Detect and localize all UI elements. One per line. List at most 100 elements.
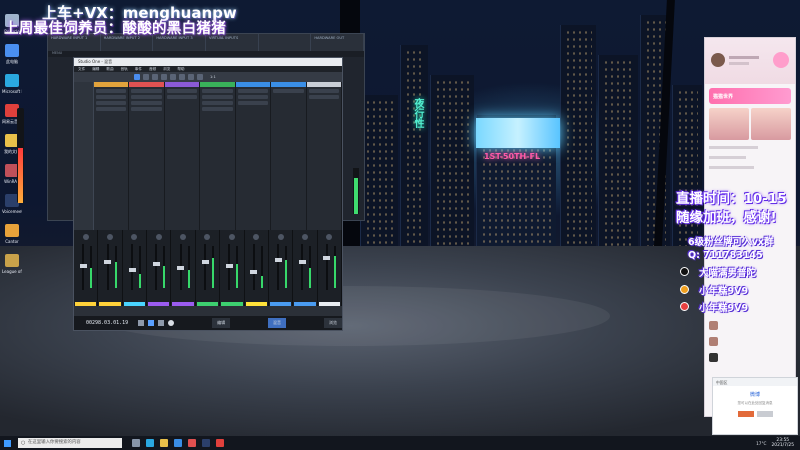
- mixer-app-icon[interactable]: [202, 439, 210, 447]
- title-bar: Studio One - 混音: [74, 58, 342, 66]
- edge-icon: [5, 74, 19, 87]
- eraser-tool-icon[interactable]: [161, 74, 167, 80]
- track-lane[interactable]: [94, 82, 130, 230]
- dismiss-button[interactable]: [756, 411, 773, 417]
- weibo-icon: [680, 302, 689, 311]
- split-tool-icon[interactable]: [152, 74, 158, 80]
- neon-sign-floor: 1ST-50TH-FL: [484, 152, 541, 161]
- desktop-icon-lol[interactable]: League of Legends: [2, 254, 22, 274]
- tiktok-icon: [680, 267, 689, 276]
- system-tray: 17°C 23:55 2021/7/25: [756, 438, 794, 448]
- social-handle-1: 大喵满男普陀: [699, 268, 757, 279]
- bend-tool-icon[interactable]: [188, 74, 194, 80]
- windows-icon: [3, 439, 11, 447]
- record-icon[interactable]: [168, 320, 175, 326]
- track-lane[interactable]: [129, 82, 165, 230]
- clock[interactable]: 23:55 2021/7/25: [771, 438, 794, 448]
- task-view-icon[interactable]: [132, 439, 140, 447]
- transport-bar: 00298.03.01.19 编辑 混音 浏览: [74, 316, 342, 330]
- mixer-strip[interactable]: [98, 230, 123, 306]
- arrow-tool-icon[interactable]: [134, 74, 140, 80]
- studio-one-icon[interactable]: [174, 439, 182, 447]
- level-meter-left: [17, 108, 24, 203]
- mixer-strip[interactable]: [293, 230, 318, 306]
- stream-time-text: 直播时间：10-15: [676, 191, 787, 207]
- menu-track[interactable]: 音轨: [121, 66, 128, 72]
- social-handle-3: 小年糕9V9: [699, 303, 749, 314]
- track-lane[interactable]: [235, 82, 272, 230]
- social-icon: [680, 285, 689, 294]
- mixer-strip[interactable]: [147, 230, 172, 306]
- time-display: 00298.03.01.19: [86, 320, 129, 326]
- panel-banner[interactable]: 猫猫世界: [709, 88, 791, 104]
- banner-label: 猫猫世界: [713, 93, 734, 100]
- list-item[interactable]: [709, 337, 793, 346]
- toolbar: 1:1: [74, 72, 342, 82]
- tab-edit[interactable]: 编辑: [212, 318, 231, 328]
- avatar[interactable]: [711, 53, 725, 67]
- menu-audio[interactable]: 音频: [149, 66, 156, 72]
- music-app-icon[interactable]: [216, 439, 224, 447]
- mixer-strip[interactable]: [171, 230, 196, 306]
- menu-edit[interactable]: 编辑: [92, 66, 99, 72]
- menu-file[interactable]: 文件: [78, 66, 85, 72]
- confirm-button[interactable]: [737, 411, 754, 417]
- zoom-value[interactable]: 1:1: [210, 75, 216, 79]
- notification-popup[interactable]: 中国区 微博 您可以在此处回复消息: [712, 377, 798, 435]
- arrange-view[interactable]: [74, 82, 342, 230]
- search-input[interactable]: 在这里输入你要搜索的内容: [18, 438, 122, 448]
- menu-event[interactable]: 事件: [135, 66, 142, 72]
- folder-icon[interactable]: [160, 439, 168, 447]
- window-title: Studio One - 混音: [78, 59, 113, 64]
- panel-thumbnails[interactable]: [709, 108, 791, 140]
- range-tool-icon[interactable]: [143, 74, 149, 80]
- mixer-strip[interactable]: [269, 230, 294, 306]
- taskbar: 在这里输入你要搜索的内容 17°C 23:55 2021/7/25: [0, 436, 800, 450]
- mixer-strip[interactable]: [245, 230, 269, 306]
- mixer-strip[interactable]: [196, 230, 221, 306]
- mixer-strip[interactable]: [220, 230, 245, 306]
- temperature[interactable]: 17°C: [756, 441, 766, 446]
- neon-sign-vertical: 夜行性: [412, 98, 423, 128]
- level-meter-right: [353, 168, 359, 214]
- loop-icon[interactable]: [138, 320, 145, 326]
- track-lane[interactable]: [164, 82, 201, 230]
- menu-song[interactable]: 歌曲: [106, 66, 113, 72]
- list-item[interactable]: [709, 321, 793, 330]
- paint-tool-icon[interactable]: [170, 74, 176, 80]
- notification-sub: 您可以在此处回复消息: [737, 401, 773, 405]
- track-lane[interactable]: [306, 82, 342, 230]
- main-out-strip[interactable]: [318, 230, 342, 306]
- chat-list: [709, 321, 793, 369]
- menu-view[interactable]: 浏览: [163, 66, 170, 72]
- tab-mix[interactable]: 混音: [268, 318, 287, 328]
- stop-icon[interactable]: [158, 320, 165, 326]
- studio-one-window[interactable]: Studio One - 混音 文件 编辑 歌曲 音轨 事件 音频 浏览 帮助 …: [73, 57, 343, 331]
- mixer-strip[interactable]: [123, 230, 148, 306]
- edge-icon[interactable]: [146, 439, 154, 447]
- notification-title: 中国区: [713, 378, 797, 386]
- mixer-strip[interactable]: [74, 230, 99, 306]
- track-lane[interactable]: [200, 82, 236, 230]
- live-panel[interactable]: 猫猫世界: [704, 37, 796, 417]
- tab-browse[interactable]: 浏览: [323, 318, 342, 328]
- computer-icon: [5, 44, 19, 57]
- menu-help[interactable]: 帮助: [177, 66, 184, 72]
- social-handle-2: 小年糕9V9: [699, 286, 749, 297]
- app-icon: [5, 224, 19, 237]
- listen-tool-icon[interactable]: [197, 74, 203, 80]
- start-button[interactable]: [0, 436, 14, 450]
- play-icon[interactable]: [148, 320, 155, 326]
- desktop-icon-computer[interactable]: 此电脑: [2, 44, 22, 64]
- channel-label: [259, 34, 312, 51]
- stream-note-text: 随缘加班，感谢!: [676, 210, 777, 226]
- desktop-icon-edge[interactable]: Microsoft Edge: [2, 74, 22, 94]
- badge-icon: [773, 52, 789, 68]
- track-lane[interactable]: [271, 82, 307, 230]
- desktop-icon-cantor[interactable]: Cantor: [2, 224, 22, 244]
- list-item[interactable]: [709, 353, 793, 362]
- mute-tool-icon[interactable]: [179, 74, 185, 80]
- obs-icon[interactable]: [188, 439, 196, 447]
- game-icon: [5, 254, 19, 267]
- overlay-feeder-text: 上周最佳饲养员：酸酸的黑白猪猪: [4, 21, 226, 37]
